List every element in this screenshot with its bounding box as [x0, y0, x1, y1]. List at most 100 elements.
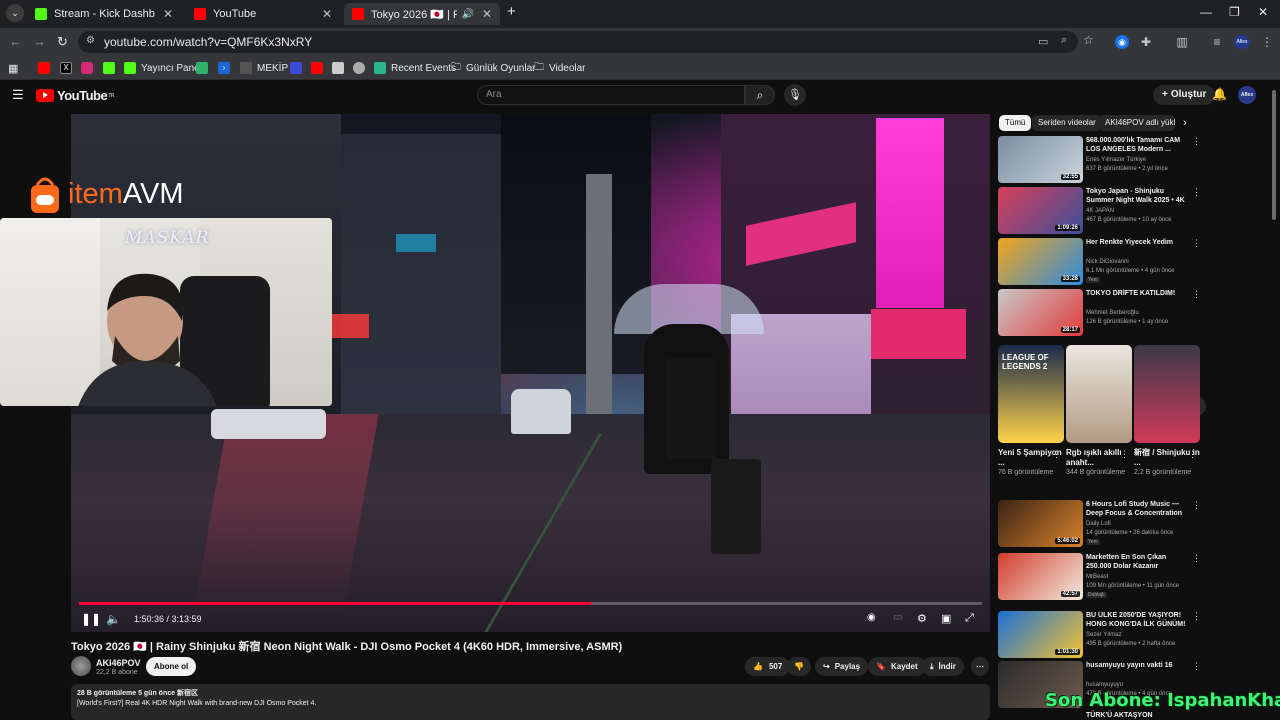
- autoplay-toggle-icon[interactable]: ◉: [867, 612, 876, 623]
- back-icon[interactable]: ←: [9, 34, 22, 49]
- bookmark-mekip[interactable]: MEKİP: [240, 60, 288, 76]
- progress-bar[interactable]: [79, 602, 982, 605]
- channel-avatar[interactable]: [71, 656, 91, 676]
- short-item[interactable]: Rgb ışıklı akıllı anaht... 344 B görüntül…: [1066, 345, 1132, 477]
- more-vertical-icon[interactable]: ⋮: [1192, 500, 1201, 511]
- sidepanel-icon[interactable]: ▥: [1175, 35, 1189, 49]
- bookmark-x[interactable]: X: [60, 60, 77, 76]
- bookmark-yayinci-paneli[interactable]: Yayıncı Paneli: [124, 60, 204, 76]
- voice-search-button[interactable]: 🎙: [784, 84, 806, 106]
- recommended-channel[interactable]: Sezer Yılmaz: [1086, 632, 1122, 638]
- more-vertical-icon[interactable]: ⋮: [1192, 661, 1201, 672]
- youtube-logo[interactable]: YouTube TR: [36, 88, 114, 103]
- settings-gear-icon[interactable]: ⚙: [917, 612, 927, 625]
- site-info-icon[interactable]: ⚙: [86, 35, 95, 46]
- video-thumbnail[interactable]: 42:57: [998, 553, 1083, 600]
- short-thumbnail[interactable]: [1066, 345, 1132, 443]
- reload-icon[interactable]: ↻: [57, 34, 68, 50]
- chip-channel-uploads[interactable]: AKI46POV adlı yüklemeler: [1099, 115, 1175, 131]
- recommended-video[interactable]: 42:57 Marketten En Son Çıkan 250.000 Dola…: [998, 553, 1203, 601]
- theater-mode-icon[interactable]: ▣: [941, 612, 951, 625]
- more-vertical-icon[interactable]: ⋮: [1188, 449, 1197, 460]
- close-window-icon[interactable]: ✕: [1258, 5, 1268, 19]
- recommended-video[interactable]: 5:46:02 6 Hours Lofi Study Music — Deep F…: [998, 500, 1203, 548]
- account-avatar[interactable]: Aflex: [1238, 86, 1256, 104]
- dislike-button[interactable]: 👎: [787, 657, 811, 676]
- recommended-title[interactable]: 6 Hours Lofi Study Music — Deep Focus & …: [1086, 500, 1186, 518]
- more-vertical-icon[interactable]: ⋮: [1192, 187, 1201, 198]
- video-thumbnail[interactable]: 1:09:26: [998, 187, 1083, 234]
- hamburger-menu-icon[interactable]: ☰: [12, 87, 24, 103]
- bookmark-kick[interactable]: [103, 60, 120, 76]
- recommended-title[interactable]: Her Renkte Yiyecek Yedim: [1086, 238, 1186, 247]
- new-tab-button[interactable]: +: [507, 3, 516, 20]
- recommended-channel[interactable]: 4K JAPAN: [1086, 208, 1114, 214]
- apps-grid-icon[interactable]: ▦: [8, 60, 18, 76]
- more-vertical-icon[interactable]: ⋮: [1192, 611, 1201, 622]
- recommended-channel[interactable]: MrBeast: [1086, 574, 1108, 580]
- recommended-video[interactable]: 32:55 $68.000.000'lık Tamamı CAM LOS ANGE…: [998, 136, 1203, 184]
- recommended-title[interactable]: $68.000.000'lık Tamamı CAM LOS ANGELES M…: [1086, 136, 1186, 154]
- short-thumbnail[interactable]: LEAGUE OF LEGENDS 2: [998, 345, 1064, 443]
- recommended-title[interactable]: Marketten En Son Çıkan 250.000 Dolar Kaz…: [1086, 553, 1186, 571]
- video-thumbnail[interactable]: 33:28: [998, 238, 1083, 285]
- bookmark-terminal[interactable]: ›: [218, 60, 235, 76]
- recommended-video[interactable]: 28:17 TOKYO DRİFTE KATILDIM! Mehmet Berber…: [998, 289, 1203, 337]
- bookmark-youtube[interactable]: [38, 60, 55, 76]
- cast-icon[interactable]: ▭: [1038, 35, 1048, 48]
- more-actions-button[interactable]: ⋯: [971, 657, 989, 676]
- save-button[interactable]: 🔖 Kaydet: [868, 657, 926, 676]
- extension-icon[interactable]: ◉: [1115, 35, 1129, 49]
- recommended-channel[interactable]: Mehmet Berberoğlu: [1086, 310, 1139, 316]
- chip-series[interactable]: Seriden videolar: [1032, 115, 1102, 131]
- recommended-title[interactable]: Tokyo Japan - Shinjuku Summer Night Walk…: [1086, 187, 1186, 205]
- volume-icon[interactable]: 🔈: [106, 612, 121, 626]
- tab-search-icon[interactable]: ⌄: [6, 4, 24, 22]
- notifications-bell-icon[interactable]: 🔔: [1212, 87, 1227, 101]
- more-vertical-icon[interactable]: ⋮: [1192, 289, 1201, 300]
- tab-current-video[interactable]: Tokyo 2026 🇯🇵 | Rainy Shinju 🔊 ✕: [344, 3, 500, 25]
- short-item[interactable]: LEAGUE OF LEGENDS 2 Yeni 5 Şampiyon ... 76…: [998, 345, 1064, 477]
- recommended-channel[interactable]: Enes Yılmazer Türkiye: [1086, 157, 1146, 163]
- close-icon[interactable]: ✕: [322, 7, 332, 21]
- more-vertical-icon[interactable]: ⋮: [1192, 553, 1201, 564]
- video-thumbnail[interactable]: 1:01:30: [998, 611, 1083, 658]
- like-button[interactable]: 👍 507: [745, 657, 791, 676]
- recommended-title[interactable]: BU ÜLKE 2050'DE YAŞIYOR! HONG KONG'DA İL…: [1086, 611, 1186, 629]
- bookmark-target[interactable]: [353, 60, 370, 76]
- recommended-title[interactable]: TOKYO DRİFTE KATILDIM!: [1086, 289, 1186, 298]
- share-button[interactable]: ↪ Paylaş: [815, 657, 869, 676]
- recommended-title[interactable]: husamyuyu yayın vakti 16: [1086, 661, 1186, 670]
- scrollbar-thumb[interactable]: [1272, 90, 1276, 220]
- video-thumbnail[interactable]: 5:46:02: [998, 500, 1083, 547]
- minimize-icon[interactable]: —: [1200, 5, 1212, 19]
- recommended-video[interactable]: 1:01:30 BU ÜLKE 2050'DE YAŞIYOR! HONG KON…: [998, 611, 1203, 659]
- bookmark-folder-videolar[interactable]: 🗀 Videolar: [534, 60, 586, 76]
- search-button[interactable]: ⌕: [745, 85, 775, 105]
- recommended-video[interactable]: 33:28 Her Renkte Yiyecek Yedim Nick DiGiov…: [998, 238, 1203, 286]
- profile-avatar[interactable]: Aflex: [1234, 35, 1250, 49]
- url-bar[interactable]: ⚙ youtube.com/watch?v=QMF6Kx3NxRY ▭ ⌕ ☆: [78, 31, 1094, 53]
- close-icon[interactable]: ✕: [482, 7, 492, 21]
- restore-icon[interactable]: ❐: [1229, 5, 1240, 19]
- bookmark-app[interactable]: [196, 60, 213, 76]
- bookmark-image[interactable]: [332, 60, 349, 76]
- chevron-right-icon[interactable]: ›: [1183, 117, 1187, 129]
- video-thumbnail[interactable]: 28:17: [998, 289, 1083, 336]
- bookmark-instagram[interactable]: [81, 60, 98, 76]
- fullscreen-icon[interactable]: ⤢: [965, 612, 974, 625]
- create-button[interactable]: + Oluştur: [1153, 85, 1216, 105]
- recommended-video[interactable]: 1:09:26 Tokyo Japan - Shinjuku Summer Nig…: [998, 187, 1203, 235]
- description-box[interactable]: 28 B görüntüleme 5 gün önce 新宿区 [World's…: [71, 684, 990, 720]
- more-vertical-icon[interactable]: ⋮: [1192, 136, 1201, 147]
- pause-icon[interactable]: ❚❚: [81, 612, 101, 626]
- bookmark-youtube-2[interactable]: [311, 60, 328, 76]
- tab-youtube[interactable]: YouTube ✕: [186, 3, 340, 25]
- subscribe-button[interactable]: Abone ol: [146, 657, 197, 676]
- download-button[interactable]: ⤓ İndir: [922, 657, 964, 676]
- subtitles-icon[interactable]: ▭: [893, 612, 902, 623]
- short-item[interactable]: 新宿 / Shinjuku in ... 2,2 B görüntüleme ⋮: [1134, 345, 1200, 477]
- speaker-icon[interactable]: 🔊: [461, 9, 473, 20]
- reading-list-icon[interactable]: ≡: [1210, 35, 1224, 49]
- bookmark-translate[interactable]: [290, 60, 307, 76]
